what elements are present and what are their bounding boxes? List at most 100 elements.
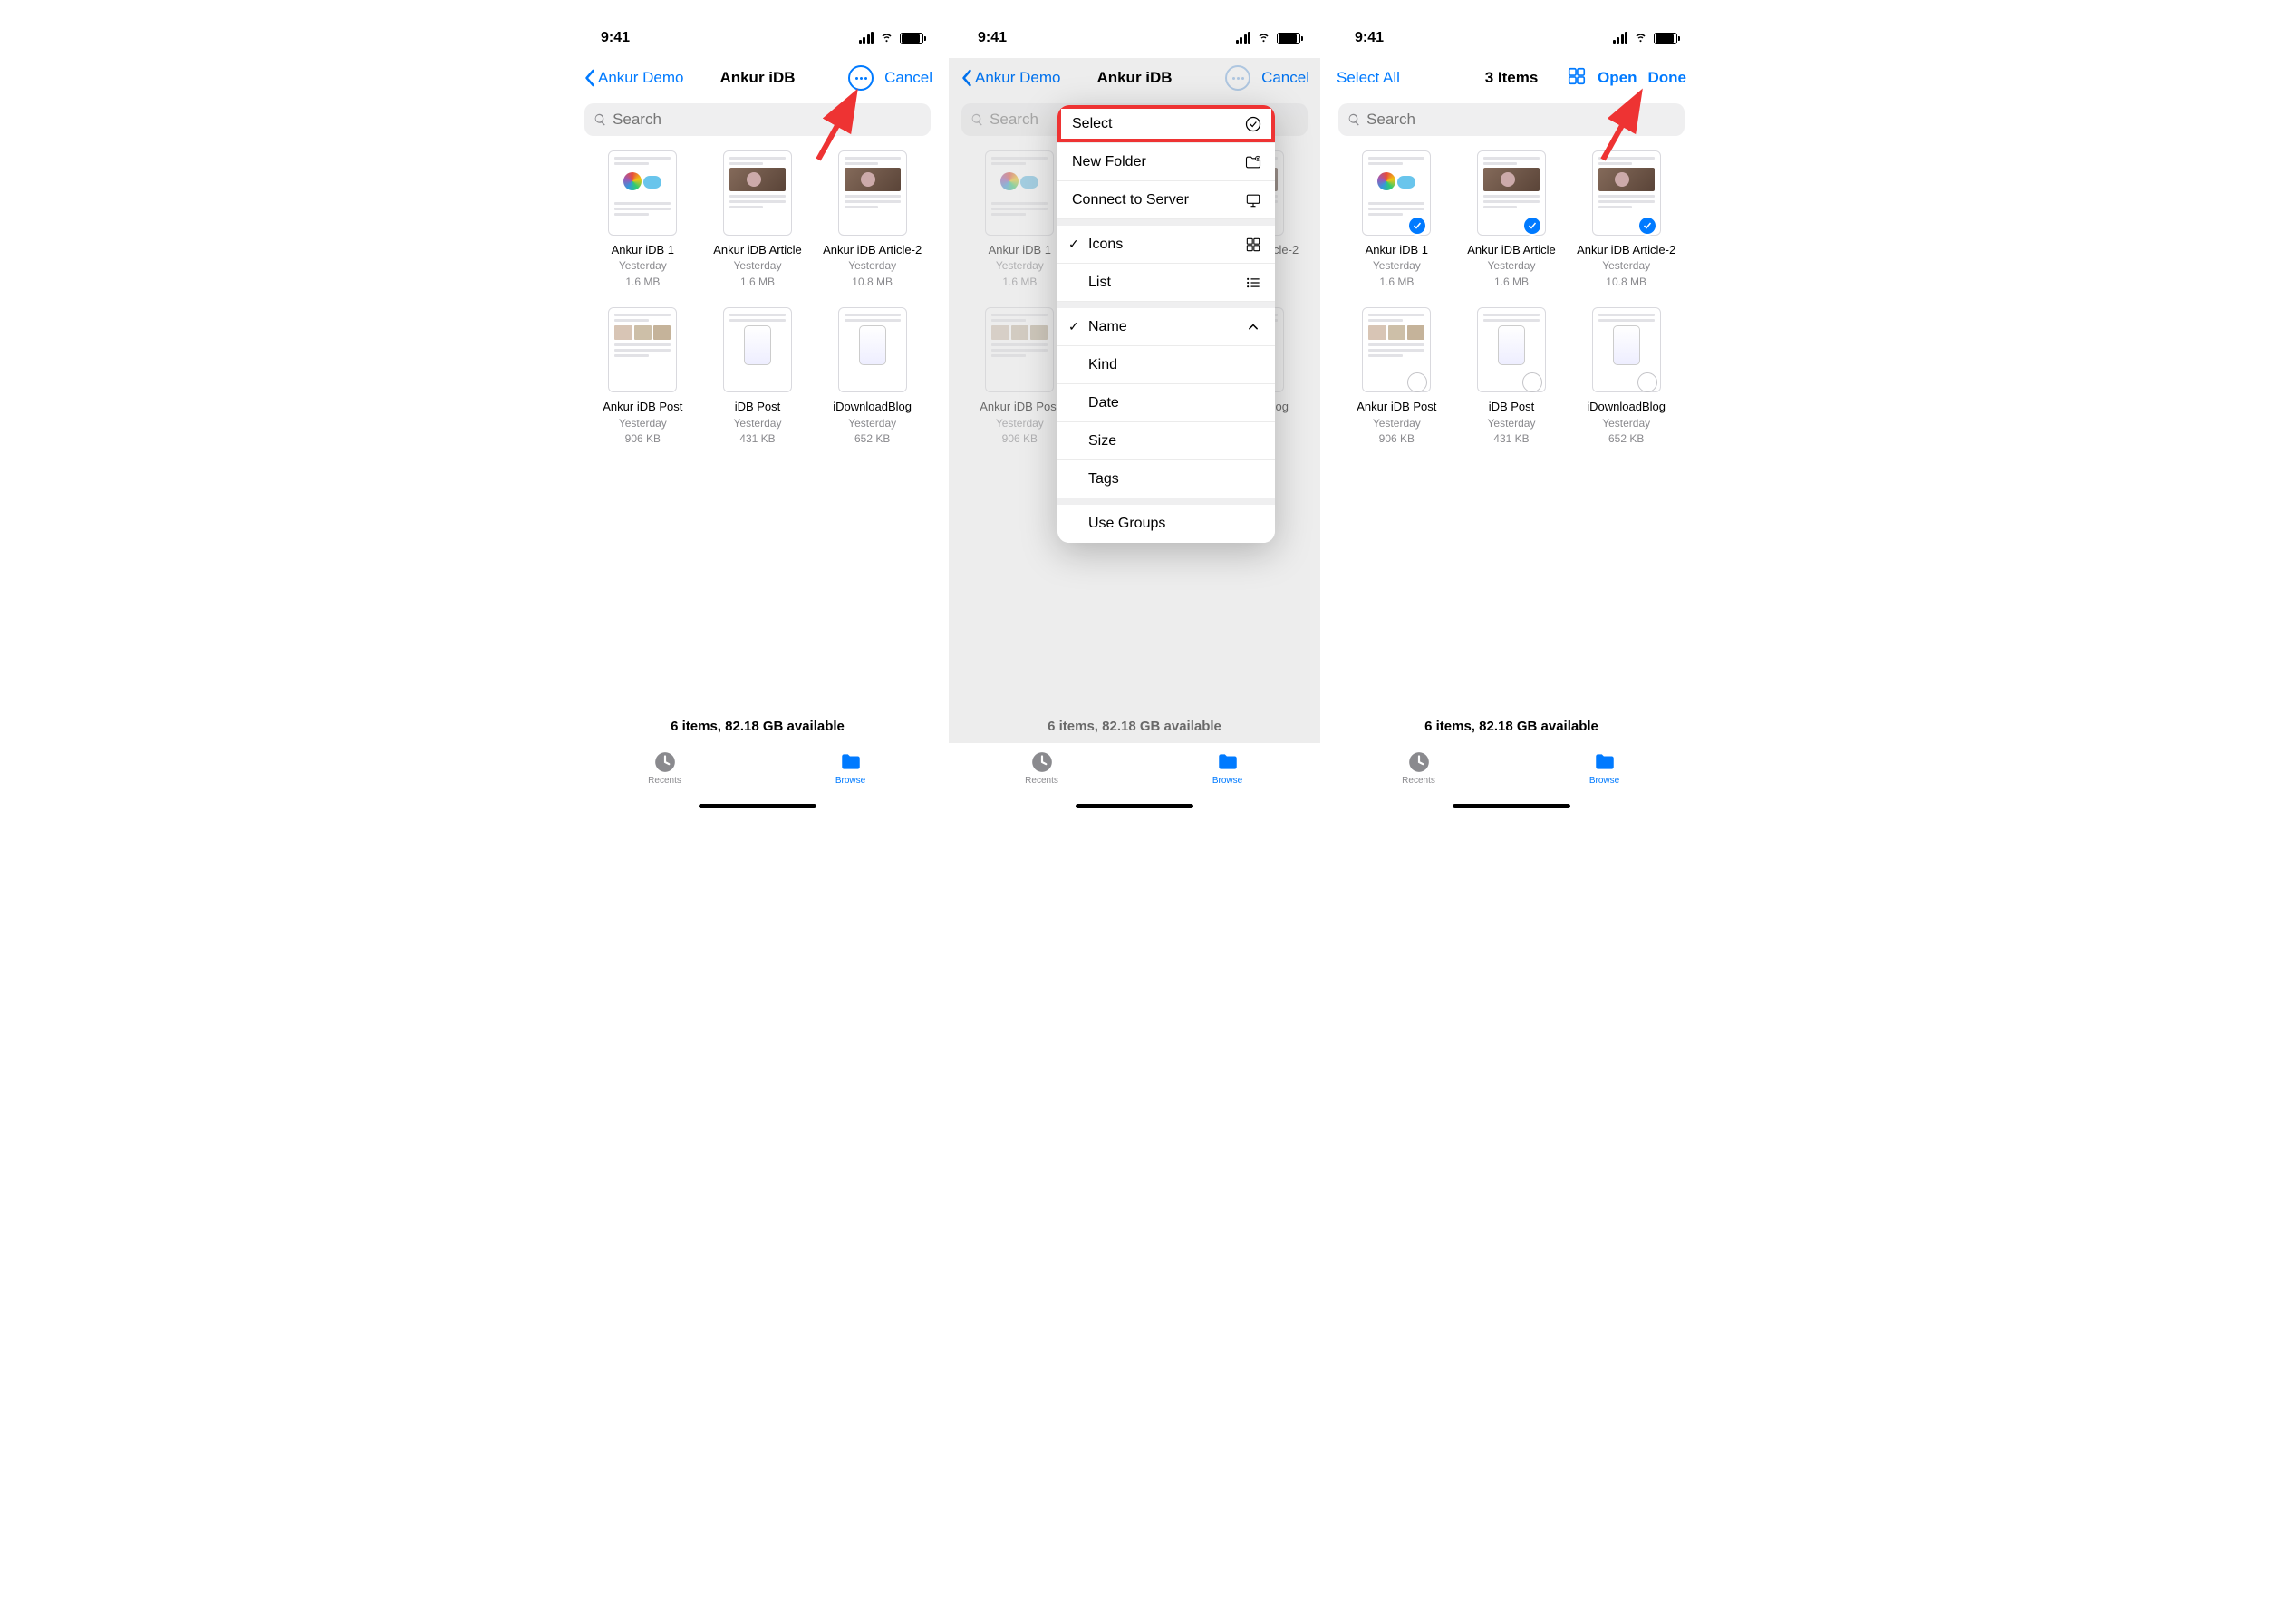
clock-icon [1030,750,1054,774]
tab-recents[interactable]: Recents [611,750,719,786]
file-item[interactable]: iDownloadBlogYesterday652 KB [819,307,925,446]
file-thumbnail [723,307,792,392]
folder-icon [1593,750,1617,774]
home-indicator[interactable] [1453,804,1570,808]
search-field[interactable] [584,103,931,136]
file-name: Ankur iDB Post [590,400,696,414]
tab-browse[interactable]: Browse [797,750,905,786]
cellular-icon [1613,32,1628,44]
menu-view-icons[interactable]: ✓ Icons [1057,226,1275,264]
file-date: Yesterday [590,259,696,274]
open-button[interactable]: Open [1598,69,1637,87]
back-button[interactable]: Ankur Demo [960,69,1060,87]
file-size: 1.6 MB [1459,276,1565,290]
selection-check-icon[interactable] [1637,372,1657,392]
file-item[interactable]: iDownloadBlogYesterday652 KB [1573,307,1679,446]
file-size: 652 KB [819,432,925,447]
storage-summary: 6 items, 82.18 GB available [572,719,943,734]
search-field[interactable] [1338,103,1685,136]
file-item[interactable]: Ankur iDB 1Yesterday1.6 MB [590,150,696,289]
tab-recents[interactable]: Recents [988,750,1096,786]
home-indicator[interactable] [699,804,816,808]
file-item[interactable]: iDB PostYesterday431 KB [1459,307,1565,446]
status-bar: 9:41 [1326,18,1697,58]
status-time: 9:41 [1355,30,1384,46]
view-mode-button[interactable] [1567,66,1587,91]
check-circle-icon [1244,115,1262,133]
file-name: Ankur iDB Article-2 [819,243,925,257]
wifi-icon [879,28,894,48]
tab-recents[interactable]: Recents [1365,750,1473,786]
file-item[interactable]: Ankur iDB PostYesterday906 KB [1344,307,1450,446]
screen-2: 9:41 Ankur Demo Ankur iDB Cancel Ankur i… [949,18,1320,816]
menu-new-folder[interactable]: New Folder [1057,143,1275,181]
menu-sort-name[interactable]: ✓ Name [1057,308,1275,346]
grid-icon [1244,236,1262,254]
more-button[interactable] [848,65,874,91]
status-bar: 9:41 [949,18,1320,58]
file-item[interactable]: Ankur iDB Article-2Yesterday10.8 MB [1573,150,1679,289]
nav-bar: Ankur Demo Ankur iDB Cancel [572,58,943,98]
file-thumbnail [608,307,677,392]
file-item[interactable]: Ankur iDB ArticleYesterday1.6 MB [705,150,811,289]
file-date: Yesterday [1459,417,1565,431]
nav-title: Ankur iDB [1096,69,1172,87]
menu-connect-server[interactable]: Connect to Server [1057,181,1275,219]
file-name: Ankur iDB Post [1344,400,1450,414]
wifi-icon [1256,28,1271,48]
menu-select[interactable]: Select [1057,105,1275,143]
back-button[interactable]: Ankur Demo [583,69,683,87]
folder-icon [839,750,863,774]
file-date: Yesterday [705,417,811,431]
menu-sort-kind[interactable]: Kind [1057,346,1275,384]
nav-title: Ankur iDB [719,69,795,87]
folder-plus-icon [1244,153,1262,171]
nav-bar: Select All 3 Items Open Done [1326,58,1697,98]
battery-icon [900,33,923,44]
battery-icon [1277,33,1300,44]
file-date: Yesterday [819,259,925,274]
cellular-icon [1236,32,1251,44]
file-item[interactable]: iDB PostYesterday431 KB [705,307,811,446]
tab-browse[interactable]: Browse [1550,750,1659,786]
file-size: 431 KB [1459,432,1565,447]
file-item[interactable]: Ankur iDB PostYesterday906 KB [590,307,696,446]
file-item[interactable]: Ankur iDB ArticleYesterday1.6 MB [1459,150,1565,289]
menu-use-groups[interactable]: Use Groups [1057,505,1275,543]
menu-sort-size[interactable]: Size [1057,422,1275,460]
file-date: Yesterday [1344,417,1450,431]
search-input[interactable] [613,111,922,129]
clock-icon [653,750,677,774]
file-thumbnail [838,307,907,392]
cancel-button[interactable]: Cancel [1261,69,1309,87]
select-all-button[interactable]: Select All [1337,69,1400,87]
file-thumbnail [723,150,792,236]
file-grid: Ankur iDB 1Yesterday1.6 MBAnkur iDB Arti… [572,145,943,447]
home-indicator[interactable] [1076,804,1193,808]
menu-view-list[interactable]: List [1057,264,1275,302]
menu-sort-tags[interactable]: Tags [1057,460,1275,498]
file-name: iDownloadBlog [1573,400,1679,414]
selection-check-icon[interactable] [1637,216,1657,236]
file-thumbnail [985,307,1054,392]
file-size: 1.6 MB [705,276,811,290]
done-button[interactable]: Done [1648,69,1687,87]
nav-bar: Ankur Demo Ankur iDB Cancel [949,58,1320,98]
file-item[interactable]: Ankur iDB Article-2 Yesterday 10.8 MB [819,150,925,289]
file-date: Yesterday [1573,417,1679,431]
screen-1: 9:41 Ankur Demo Ankur iDB Cancel Ankur i… [572,18,943,816]
file-date: Yesterday [1459,259,1565,274]
search-input[interactable] [1366,111,1675,129]
cancel-button[interactable]: Cancel [884,69,932,87]
checkmark-icon: ✓ [1068,319,1079,334]
tab-browse[interactable]: Browse [1173,750,1282,786]
file-size: 10.8 MB [1573,276,1679,290]
file-item[interactable]: Ankur iDB 1Yesterday1.6 MB [1344,150,1450,289]
search-icon [594,112,607,127]
menu-sort-date[interactable]: Date [1057,384,1275,422]
file-size: 10.8 MB [819,276,925,290]
selection-check-icon[interactable] [1522,216,1542,236]
context-menu: Select New Folder Connect to Server ✓ Ic… [1057,105,1275,543]
more-button[interactable] [1225,65,1250,91]
search-icon [970,112,984,127]
